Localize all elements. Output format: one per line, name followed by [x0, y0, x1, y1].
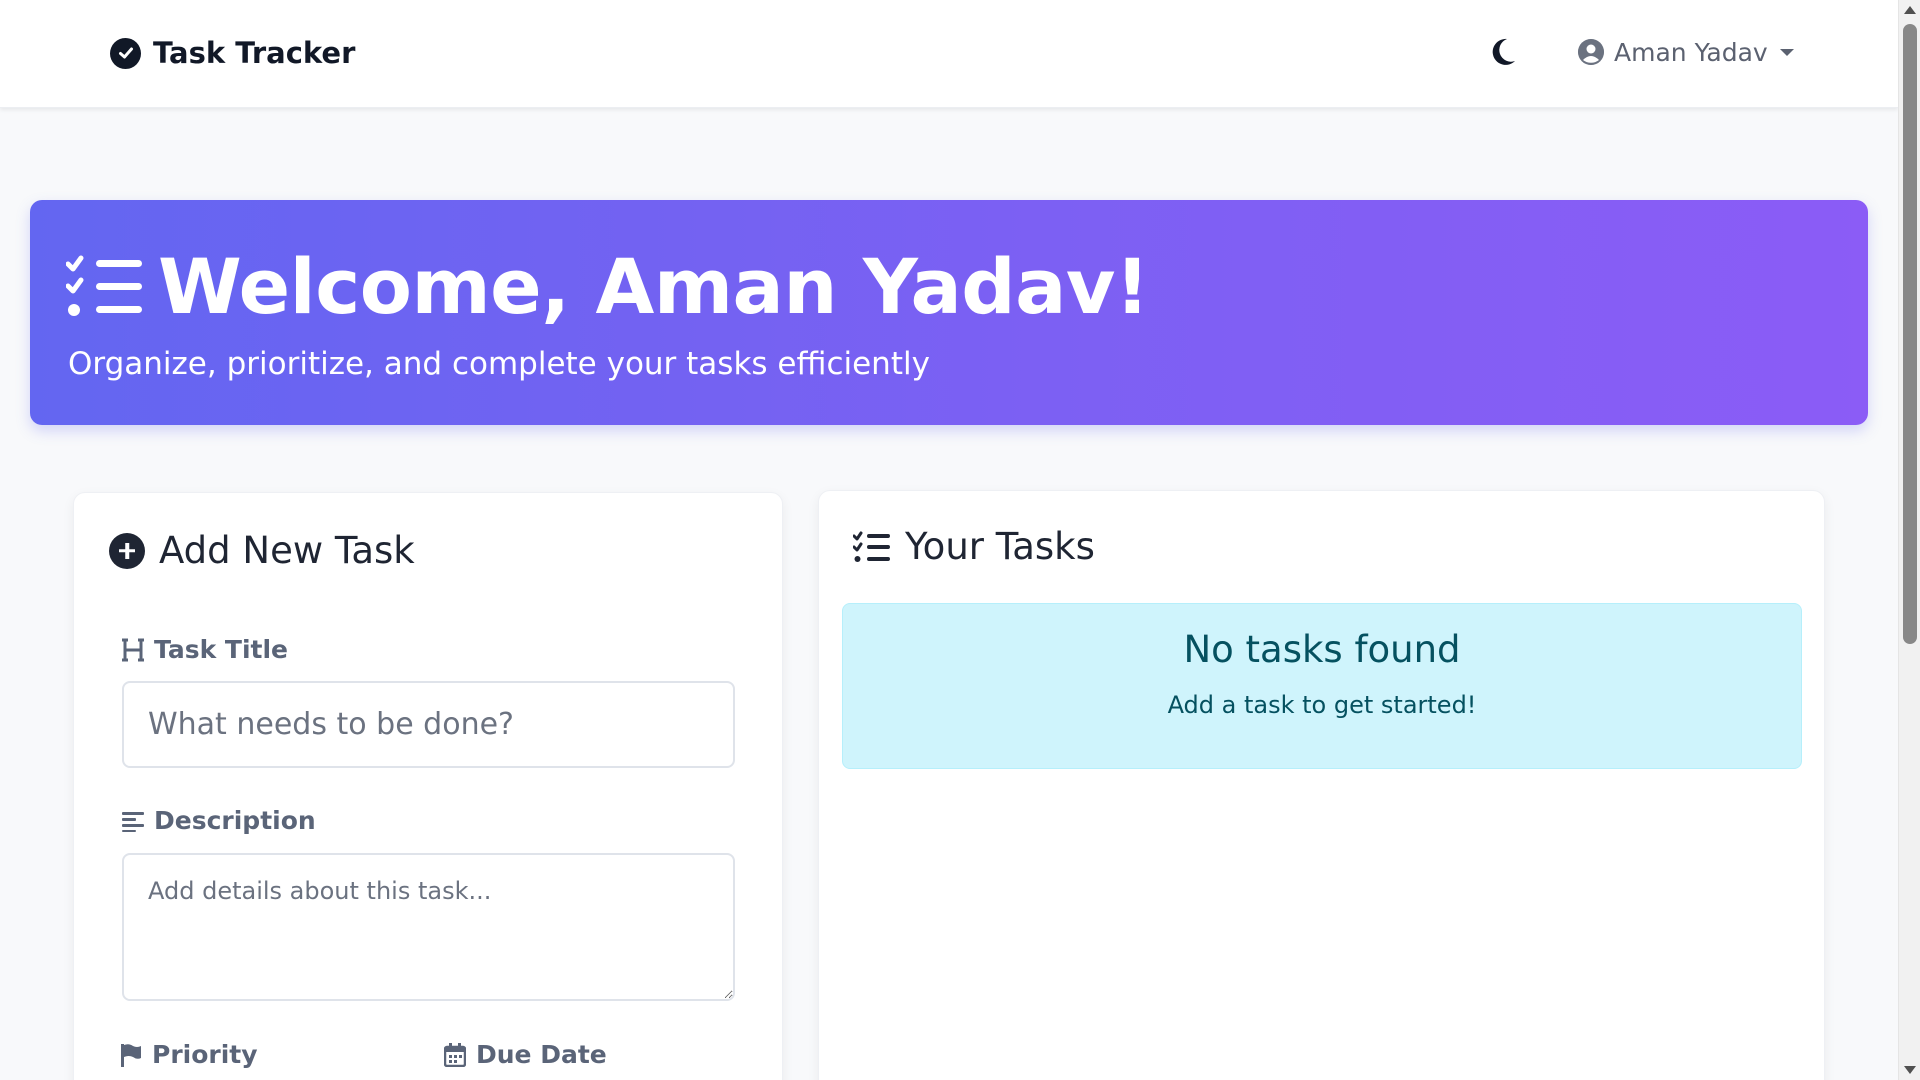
page-scrollbar[interactable] — [1898, 0, 1920, 1080]
task-title-label: Task Title — [122, 635, 288, 664]
user-name: Aman Yadav — [1614, 37, 1768, 67]
align-left-icon — [122, 811, 144, 832]
scroll-up-arrow-icon[interactable] — [1904, 6, 1916, 14]
add-task-heading: Add New Task — [109, 529, 415, 572]
welcome-text: Welcome, Aman Yadav! — [158, 242, 1150, 331]
tasks-list-icon — [853, 531, 890, 562]
add-task-card: Add New Task Task Title Description Prio… — [73, 492, 783, 1080]
due-date-label: Due Date — [444, 1040, 607, 1069]
empty-tasks-subtitle: Add a task to get started! — [1167, 691, 1477, 719]
brand-link[interactable]: Task Tracker — [110, 36, 355, 70]
task-title-input[interactable] — [122, 681, 735, 768]
your-tasks-heading: Your Tasks — [853, 525, 1095, 568]
plus-circle-icon — [109, 532, 145, 569]
scrollbar-thumb[interactable] — [1903, 24, 1917, 644]
welcome-subtitle: Organize, prioritize, and complete your … — [68, 346, 930, 382]
empty-tasks-alert: No tasks found Add a task to get started… — [842, 603, 1802, 769]
calendar-icon — [444, 1042, 466, 1067]
your-tasks-heading-text: Your Tasks — [905, 525, 1095, 568]
check-circle-icon — [110, 37, 141, 69]
priority-label: Priority — [120, 1040, 258, 1069]
tasks-list-icon — [66, 255, 142, 316]
empty-tasks-title: No tasks found — [1183, 628, 1461, 671]
description-input[interactable] — [122, 853, 735, 1001]
brand-name: Task Tracker — [153, 36, 356, 70]
priority-label-text: Priority — [152, 1040, 258, 1069]
task-title-label-text: Task Title — [154, 635, 289, 664]
welcome-banner: Welcome, Aman Yadav! Organize, prioritiz… — [30, 200, 1868, 425]
scroll-down-arrow-icon[interactable] — [1904, 1066, 1916, 1074]
navbar-actions: Aman Yadav — [1488, 36, 1794, 68]
tasks-card: Your Tasks No tasks found Add a task to … — [818, 490, 1825, 1080]
heading-icon — [122, 638, 144, 661]
user-circle-icon — [1578, 39, 1604, 65]
navbar: Task Tracker Aman Yadav — [0, 0, 1898, 108]
moon-icon — [1492, 38, 1515, 65]
dark-mode-toggle[interactable] — [1488, 36, 1518, 68]
user-dropdown[interactable]: Aman Yadav — [1578, 38, 1794, 67]
due-date-label-text: Due Date — [476, 1040, 607, 1069]
description-label-text: Description — [154, 806, 316, 835]
description-label: Description — [122, 806, 316, 835]
flag-icon — [121, 1043, 141, 1067]
welcome-heading: Welcome, Aman Yadav! — [66, 242, 1150, 331]
add-task-heading-text: Add New Task — [159, 529, 415, 572]
chevron-down-icon — [1779, 48, 1794, 56]
